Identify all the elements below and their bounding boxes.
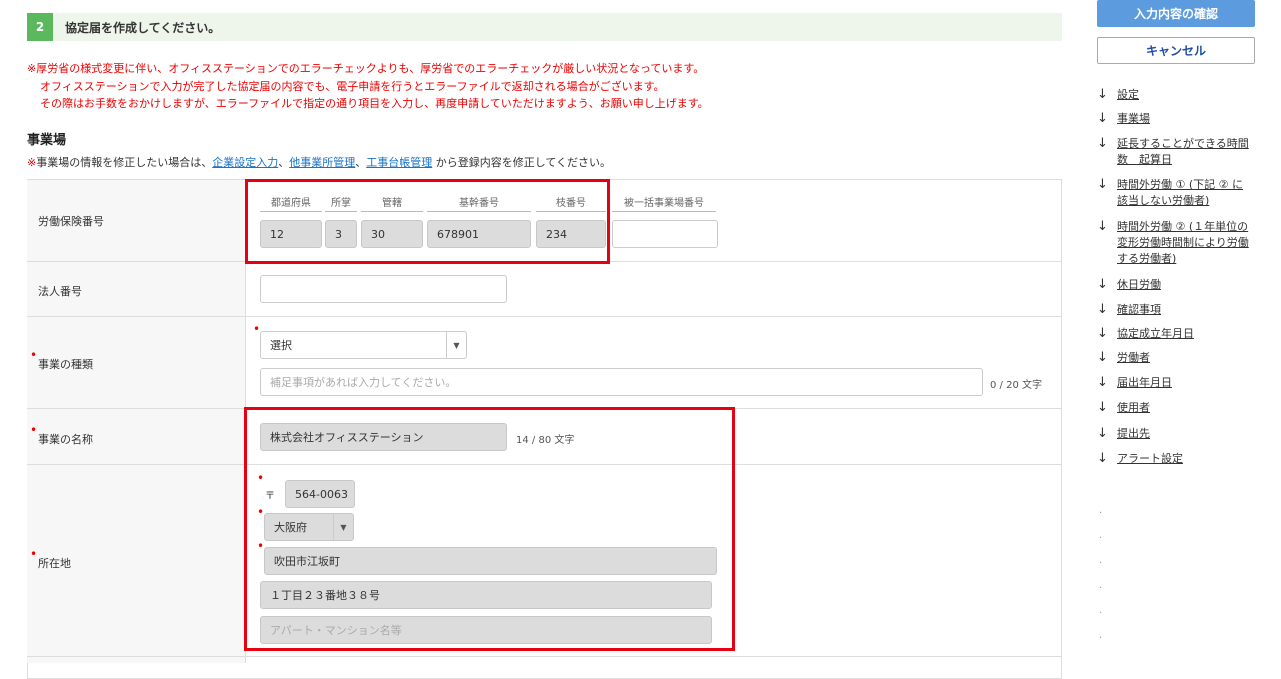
- note-suffix: から登録内容を修正してください。: [432, 156, 612, 169]
- decor-dot: .: [1099, 630, 1103, 641]
- bulk-number-field[interactable]: [612, 220, 718, 248]
- note-mark: ※: [27, 156, 37, 169]
- chevron-down-icon: ▼: [446, 332, 466, 358]
- arrow-down-icon: ↓: [1097, 136, 1108, 151]
- arrow-down-icon: ↓: [1097, 326, 1108, 341]
- decor-dot: .: [1099, 605, 1103, 616]
- arrow-down-icon: ↓: [1097, 426, 1108, 441]
- section-note: ※事業場の情報を修正したい場合は、企業設定入力、他事業所管理、工事台帳管理 から…: [27, 154, 611, 170]
- decor-dot: .: [1099, 555, 1103, 566]
- address-label: 所在地: [38, 557, 71, 570]
- business-type-value: 選択: [270, 339, 292, 352]
- note-sep-1: 、: [278, 156, 290, 169]
- highlight-box-insurance: [245, 179, 610, 264]
- arrow-down-icon: ↓: [1097, 277, 1108, 292]
- insurance-number-label: 労働保険番号: [38, 215, 104, 228]
- row-divider: [27, 656, 1062, 657]
- business-type-label: 事業の種類: [38, 358, 93, 371]
- corp-number-label: 法人番号: [38, 285, 82, 298]
- supplement-char-counter: 0 / 20 文字: [990, 380, 1042, 391]
- business-type-select[interactable]: 選択 ▼: [260, 331, 467, 359]
- step-title: 協定届を作成してください。: [65, 21, 221, 35]
- arrow-down-icon: ↓: [1097, 219, 1108, 234]
- required-dot: •: [30, 547, 38, 561]
- arrow-down-icon: ↓: [1097, 302, 1108, 317]
- decor-dot: .: [1099, 505, 1103, 516]
- notice-line-3: その際はお手数をおかけしますが、エラーファイルで指定の通り項目を入力し、再度申請…: [40, 97, 709, 110]
- notice-line-1: 厚労省の様式変更に伴い、オフィスステーションでのエラーチェックよりも、厚労省での…: [36, 62, 705, 75]
- section-title: 事業場: [27, 133, 67, 148]
- highlight-box-name-address: [244, 407, 735, 651]
- arrow-down-icon: ↓: [1097, 400, 1108, 415]
- arrow-down-icon: ↓: [1097, 350, 1108, 365]
- label-column: [27, 180, 246, 663]
- required-dot: •: [30, 348, 38, 362]
- construction-ledger-link[interactable]: 工事台帳管理: [366, 156, 432, 169]
- arrow-down-icon: ↓: [1097, 111, 1108, 126]
- nav-item-holiday-work[interactable]: ↓ 休日労働: [1097, 277, 1257, 293]
- cancel-button[interactable]: キャンセル: [1097, 37, 1255, 64]
- header-underline: [612, 211, 716, 212]
- nav-item-workers[interactable]: ↓ 労働者: [1097, 350, 1257, 366]
- confirm-input-button[interactable]: 入力内容の確認: [1097, 0, 1255, 27]
- row-divider: [27, 316, 1062, 317]
- required-dot: •: [30, 423, 38, 437]
- nav-item-alert-settings[interactable]: ↓ アラート設定: [1097, 451, 1257, 467]
- nav-item-overtime-1[interactable]: ↓ 時間外労働 ① (下記 ② に該当しない労働者): [1097, 177, 1257, 209]
- notice-mark: ※: [27, 62, 37, 75]
- step-header: 2 協定届を作成してください。: [27, 13, 1062, 41]
- nav-item-extension-hours[interactable]: ↓ 延長することができる時間数 起算日: [1097, 136, 1257, 168]
- nav-item-overtime-2[interactable]: ↓ 時間外労働 ② (１年単位の変形労働時間制により労働する労働者): [1097, 219, 1257, 267]
- arrow-down-icon: ↓: [1097, 87, 1108, 102]
- required-dot: •: [253, 322, 261, 336]
- company-settings-link[interactable]: 企業設定入力: [212, 156, 278, 169]
- note-prefix: 事業場の情報を修正したい場合は、: [36, 156, 213, 169]
- nav-item-agreement-date[interactable]: ↓ 協定成立年月日: [1097, 326, 1257, 342]
- other-office-link[interactable]: 他事業所管理: [289, 156, 355, 169]
- arrow-down-icon: ↓: [1097, 177, 1108, 192]
- nav-item-workplace[interactable]: ↓ 事業場: [1097, 111, 1257, 127]
- nav-item-settings[interactable]: ↓ 設定: [1097, 87, 1257, 103]
- nav-item-submit-to[interactable]: ↓ 提出先: [1097, 426, 1257, 442]
- note-sep-2: 、: [355, 156, 367, 169]
- step-number: 2: [27, 13, 53, 41]
- nav-item-employer[interactable]: ↓ 使用者: [1097, 400, 1257, 416]
- decor-dot: .: [1099, 580, 1103, 591]
- corp-number-input[interactable]: [260, 275, 507, 303]
- nav-item-confirmation[interactable]: ↓ 確認事項: [1097, 302, 1257, 318]
- business-name-label: 事業の名称: [38, 433, 93, 446]
- business-type-supplement-input[interactable]: 補足事項があれば入力してください。: [260, 368, 983, 396]
- col-header-bulk-number: 被一括事業場番号: [624, 198, 704, 209]
- nav-item-filing-date[interactable]: ↓ 届出年月日: [1097, 375, 1257, 391]
- decor-dot: .: [1099, 530, 1103, 541]
- error-check-notice: ※厚労省の様式変更に伴い、オフィスステーションでのエラーチェックよりも、厚労省で…: [27, 60, 709, 113]
- arrow-down-icon: ↓: [1097, 375, 1108, 390]
- notice-line-2: オフィスステーションで入力が完了した協定届の内容でも、電子申請を行うとエラーファ…: [40, 79, 665, 93]
- arrow-down-icon: ↓: [1097, 451, 1108, 466]
